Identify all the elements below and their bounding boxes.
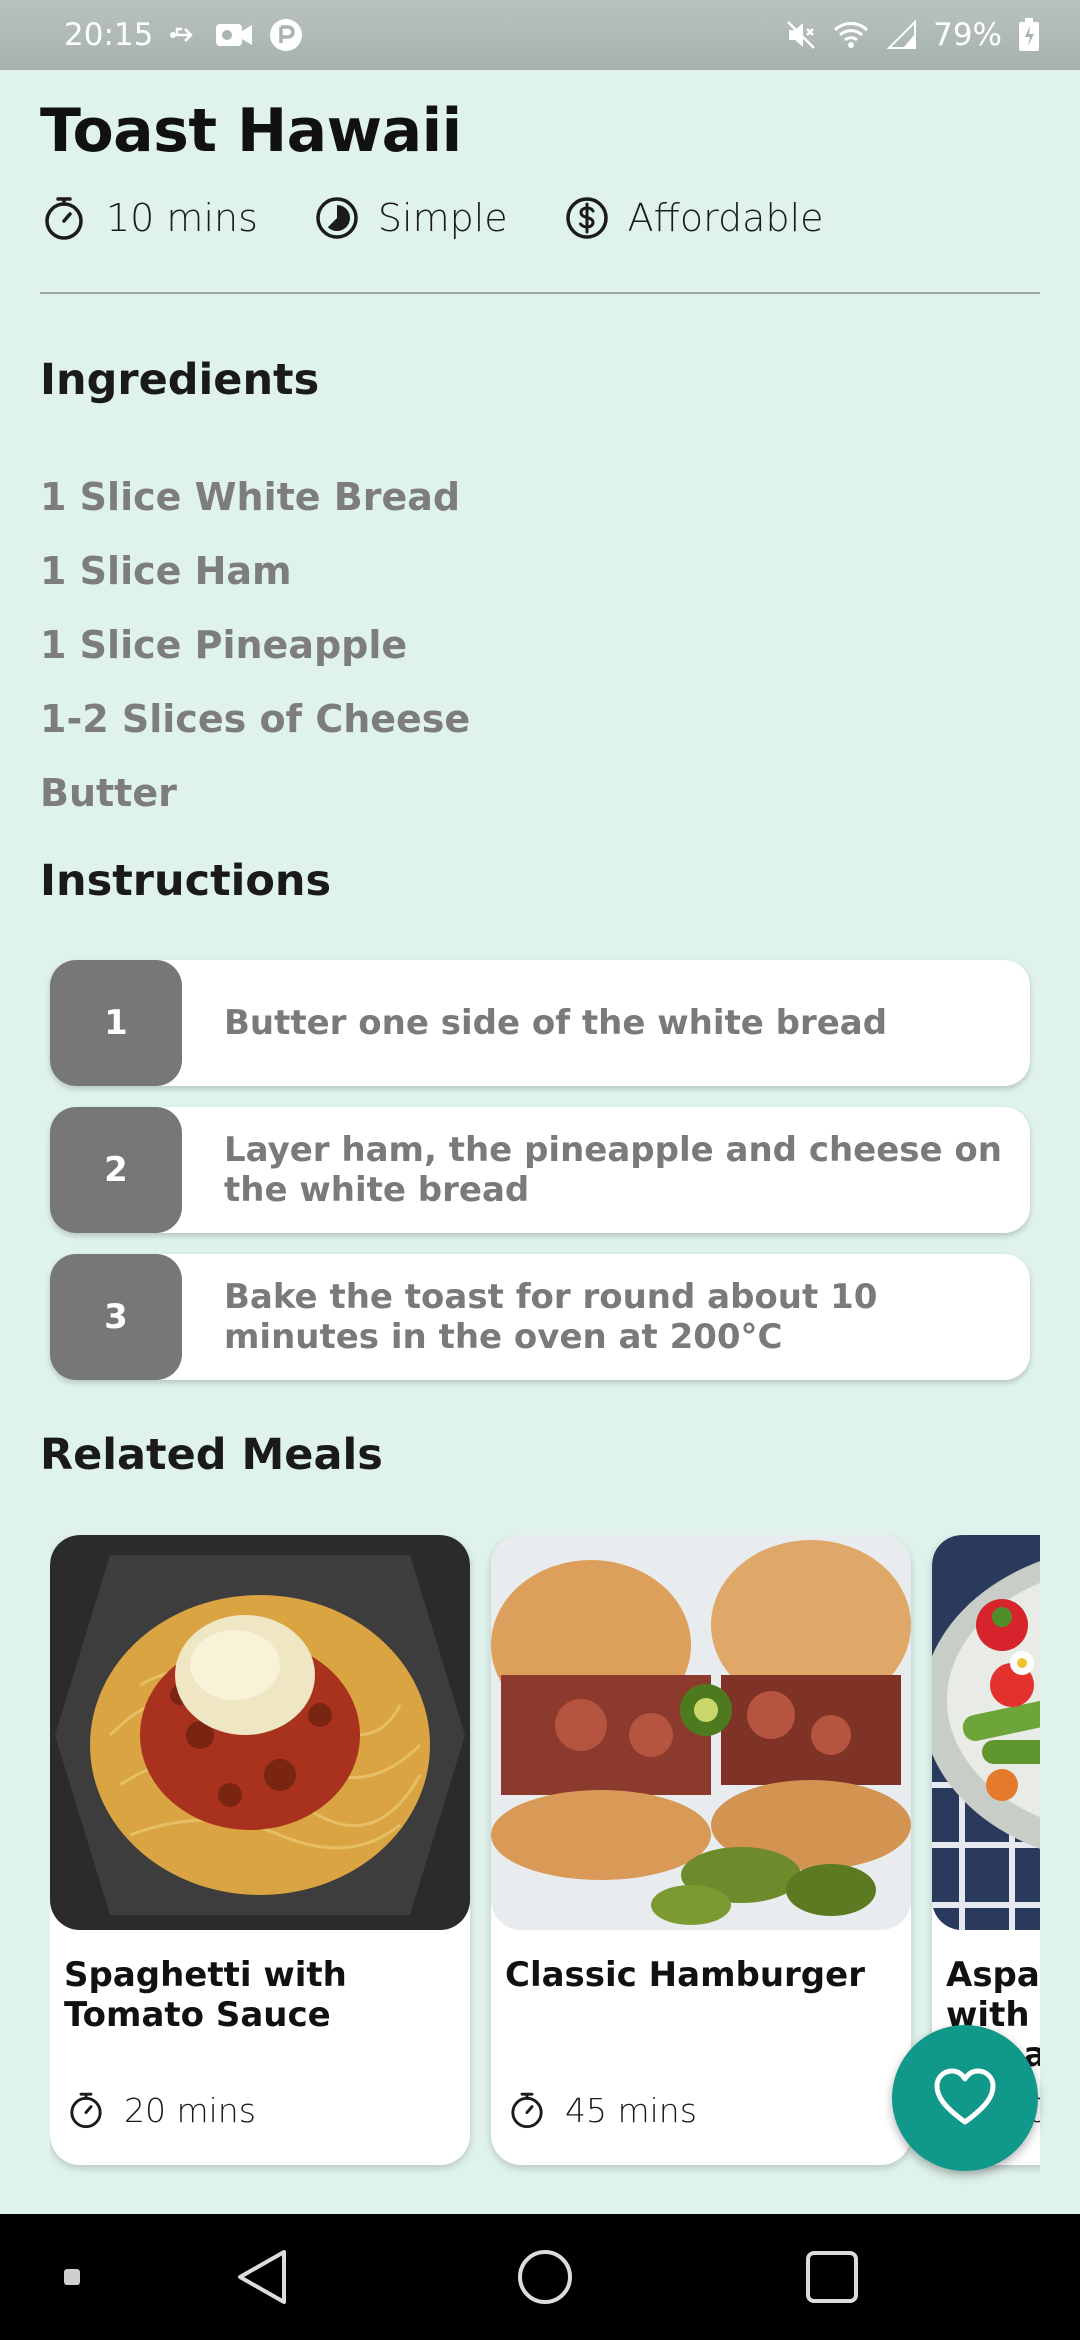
status-right: 79% bbox=[785, 17, 1040, 53]
meal-title: Classic Hamburger bbox=[505, 1955, 865, 1995]
ingredient-item: 1 Slice Ham bbox=[40, 549, 292, 593]
meal-duration-text: 20 mins bbox=[124, 2090, 256, 2130]
related-meals-heading: Related Meals bbox=[40, 1430, 383, 1480]
step-text: Butter one side of the white bread bbox=[224, 1003, 888, 1043]
recents-square-icon bbox=[806, 2251, 858, 2303]
step-number-badge: 1 bbox=[50, 960, 182, 1086]
step-text: Bake the toast for round about 10 minute… bbox=[224, 1277, 878, 1357]
meta-duration: 10 mins bbox=[40, 194, 258, 242]
timer-icon bbox=[511, 2092, 543, 2129]
square-dot-icon bbox=[64, 2269, 80, 2285]
favorite-button[interactable] bbox=[892, 2025, 1038, 2171]
complexity-text: Simple bbox=[377, 196, 508, 240]
ingredient-item: 1 Slice White Bread bbox=[40, 475, 461, 519]
timer-icon bbox=[70, 2092, 102, 2129]
related-meal-card[interactable]: Classic Hamburger 45 mins bbox=[491, 1535, 911, 2165]
instruction-step: 2 Layer ham, the pineapple and cheese on… bbox=[50, 1107, 1030, 1233]
status-bar: 20:15 79% bbox=[0, 0, 1080, 70]
meta-complexity: Simple bbox=[314, 195, 508, 241]
pie-chart-icon bbox=[316, 197, 358, 239]
back-triangle-icon bbox=[238, 2250, 286, 2304]
dollar-icon bbox=[565, 197, 608, 239]
meal-image-spaghetti bbox=[50, 1535, 470, 1930]
instruction-step: 3 Bake the toast for round about 10 minu… bbox=[50, 1254, 1030, 1380]
related-meals-carousel[interactable]: Spaghetti with Tomato Sauce 20 mins Clas… bbox=[50, 1535, 1040, 2175]
battery-percent: 79% bbox=[933, 17, 1002, 53]
ingredient-item: Butter bbox=[40, 771, 177, 815]
ingredient-item: 1 Slice Pineapple bbox=[40, 623, 408, 667]
wifi-icon bbox=[833, 20, 869, 50]
nav-back-button[interactable] bbox=[222, 2214, 302, 2340]
video-camera-icon bbox=[215, 21, 253, 49]
recipe-meta: 10 mins Simple Affordable bbox=[40, 188, 880, 248]
meal-image-hamburger bbox=[491, 1535, 911, 1930]
nav-home-button[interactable] bbox=[505, 2214, 585, 2340]
meal-duration: 20 mins bbox=[66, 2090, 256, 2130]
step-number-badge: 2 bbox=[50, 1107, 182, 1233]
timer-icon bbox=[45, 197, 83, 240]
system-navigation-bar bbox=[0, 2214, 1080, 2340]
duration-text: 10 mins bbox=[106, 196, 258, 240]
meal-image-salad bbox=[932, 1535, 1040, 1930]
meal-duration: 45 mins bbox=[507, 2090, 697, 2130]
signal-icon bbox=[885, 20, 917, 50]
heart-icon bbox=[934, 2068, 996, 2125]
battery-icon bbox=[1018, 18, 1040, 52]
status-time: 20:15 bbox=[64, 17, 154, 53]
step-number-badge: 3 bbox=[50, 1254, 182, 1380]
instruction-step: 1 Butter one side of the white bread bbox=[50, 960, 1030, 1086]
usb-icon bbox=[169, 23, 199, 47]
ingredients-list: 1 Slice White Bread 1 Slice Ham 1 Slice … bbox=[40, 460, 940, 830]
status-left: 20:15 bbox=[64, 17, 303, 53]
app-notification-icon bbox=[269, 18, 303, 52]
instructions-heading: Instructions bbox=[40, 856, 332, 906]
nav-recents-button[interactable] bbox=[792, 2214, 872, 2340]
meal-title: Spaghetti with Tomato Sauce bbox=[64, 1955, 347, 2035]
affordability-text: Affordable bbox=[627, 196, 824, 240]
home-circle-icon bbox=[518, 2250, 572, 2304]
ingredients-heading: Ingredients bbox=[40, 355, 320, 405]
page-title: Toast Hawaii bbox=[40, 96, 462, 166]
mute-icon bbox=[785, 19, 817, 51]
related-meal-card[interactable]: Spaghetti with Tomato Sauce 20 mins bbox=[50, 1535, 470, 2165]
nav-menu-button[interactable] bbox=[52, 2214, 92, 2340]
instructions-list: 1 Butter one side of the white bread 2 L… bbox=[50, 960, 1030, 1401]
step-text: Layer ham, the pineapple and cheese on t… bbox=[224, 1130, 1002, 1210]
divider bbox=[40, 292, 1040, 294]
ingredient-item: 1-2 Slices of Cheese bbox=[40, 697, 471, 741]
meta-affordability: Affordable bbox=[564, 195, 824, 241]
meal-duration-text: 45 mins bbox=[565, 2090, 697, 2130]
